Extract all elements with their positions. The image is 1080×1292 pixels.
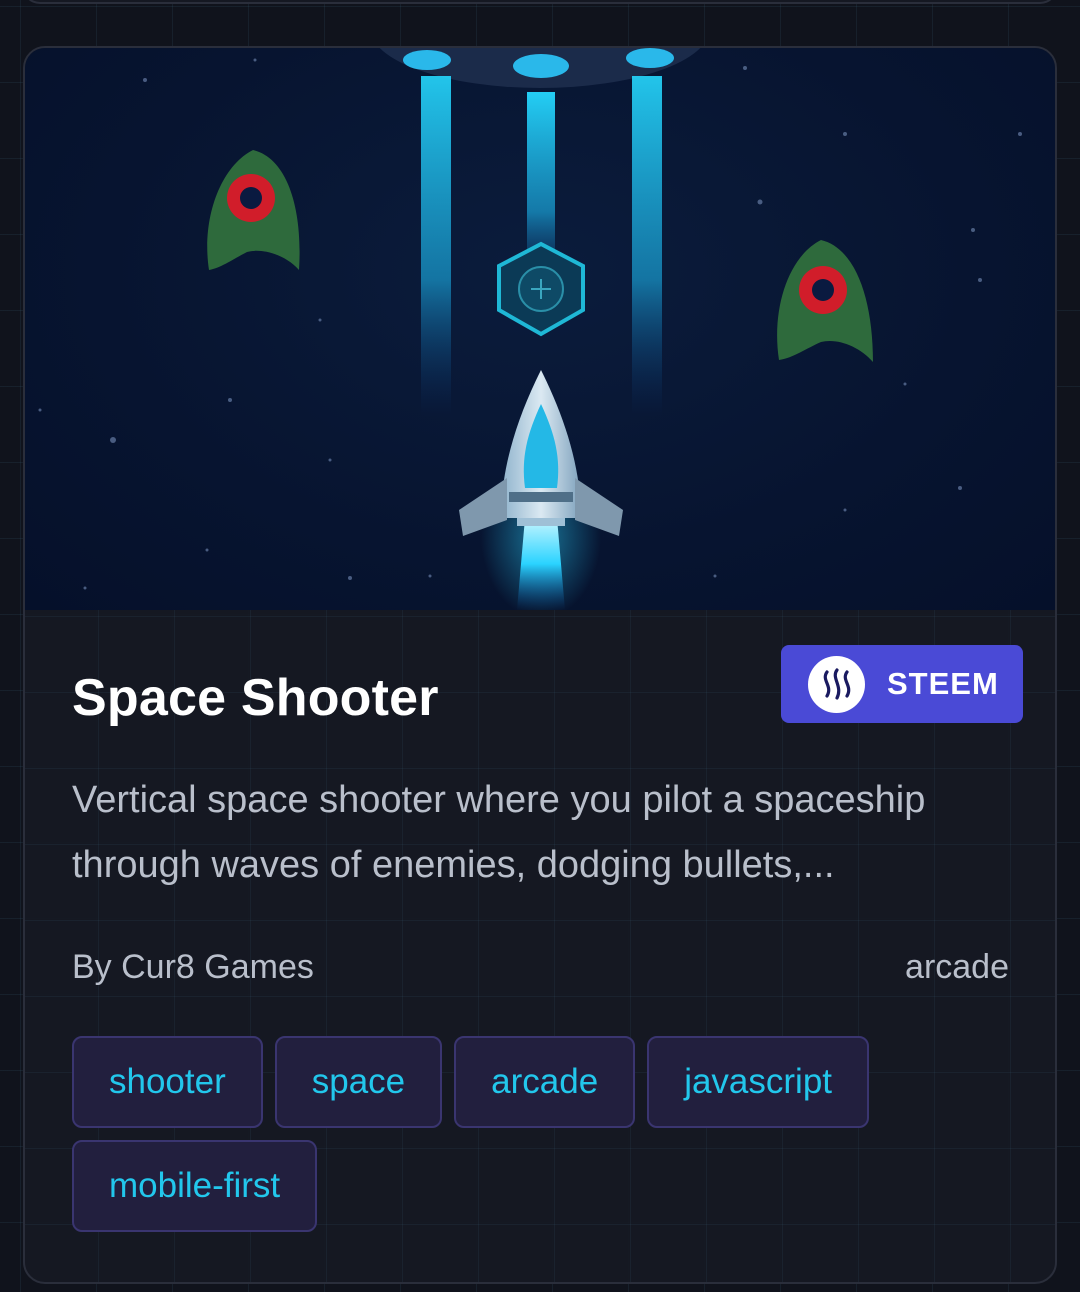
steem-logo-icon bbox=[808, 655, 865, 713]
enemy-ship-left bbox=[207, 150, 300, 270]
game-genre: arcade bbox=[905, 948, 1009, 986]
game-description: Vertical space shooter where you pilot a… bbox=[72, 779, 926, 886]
game-thumbnail[interactable] bbox=[25, 48, 1055, 610]
chain-label: STEEM bbox=[887, 666, 999, 701]
tag-list: shooter space arcade javascript mobile-f… bbox=[72, 1036, 972, 1232]
tag-shooter[interactable]: shooter bbox=[72, 1036, 263, 1128]
game-title[interactable]: Space Shooter bbox=[72, 668, 439, 728]
chain-badge: STEEM bbox=[781, 645, 1023, 723]
previous-card-edge bbox=[22, 0, 1058, 4]
space-scene-illustration bbox=[38, 48, 1022, 610]
tag-javascript[interactable]: javascript bbox=[647, 1036, 870, 1128]
game-card[interactable]: Space Shooter STEEM Vertical space shoot… bbox=[23, 46, 1057, 1284]
tag-mobile-first[interactable]: mobile-first bbox=[72, 1140, 318, 1232]
enemy-ship-right bbox=[777, 240, 873, 362]
tag-arcade[interactable]: arcade bbox=[454, 1036, 636, 1128]
tag-space[interactable]: space bbox=[274, 1036, 443, 1128]
game-author: By Cur8 Games bbox=[72, 948, 314, 986]
